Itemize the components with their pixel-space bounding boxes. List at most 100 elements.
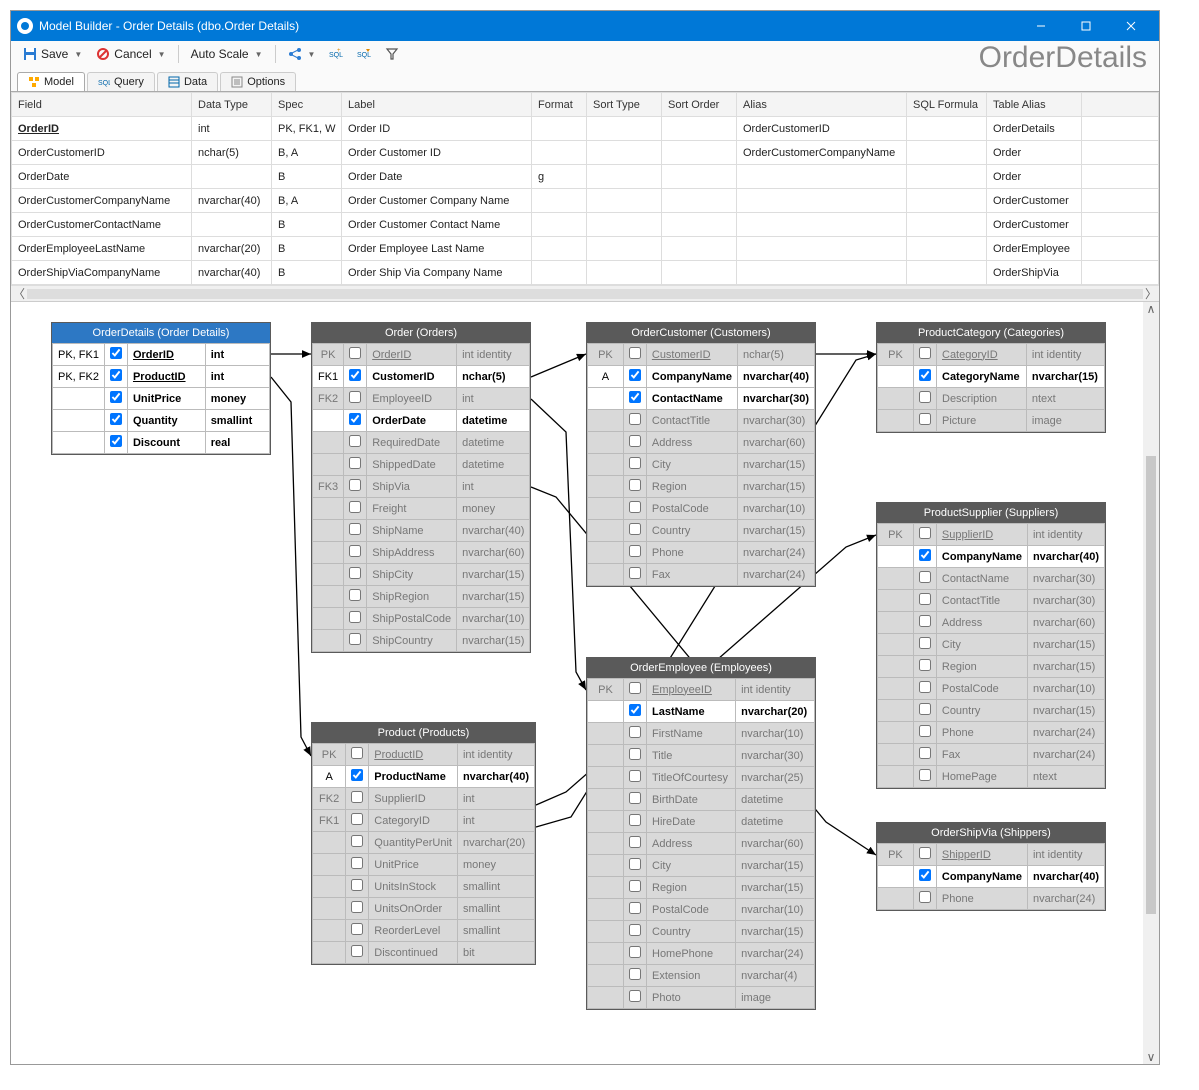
entity-checkbox-cell[interactable] [344, 498, 367, 520]
entity-checkbox-cell[interactable] [623, 432, 646, 454]
checkbox[interactable] [110, 413, 122, 425]
entity-checkbox-cell[interactable] [346, 766, 369, 788]
grid-cell-label[interactable]: Order Date [342, 165, 532, 189]
entity-row[interactable]: PostalCodenvarchar(10) [588, 498, 815, 520]
grid-cell-format[interactable] [532, 117, 587, 141]
entity-field-name[interactable]: CompanyName [936, 866, 1027, 888]
entity-title[interactable]: ProductSupplier (Suppliers) [877, 503, 1105, 523]
entity-checkbox-cell[interactable] [346, 920, 369, 942]
checkbox[interactable] [629, 435, 641, 447]
entity-checkbox-cell[interactable] [623, 388, 646, 410]
entity-row[interactable]: Countrynvarchar(15) [588, 921, 815, 943]
grid-cell-sortorder[interactable] [662, 261, 737, 285]
entity-checkbox-cell[interactable] [346, 832, 369, 854]
entity-row[interactable]: RequiredDatedatetime [313, 432, 530, 454]
entity-row[interactable]: ContactNamenvarchar(30) [878, 568, 1105, 590]
entity-row[interactable]: Phonenvarchar(24) [878, 888, 1105, 910]
checkbox[interactable] [629, 479, 641, 491]
entity-checkbox-cell[interactable] [624, 921, 647, 943]
entity-row[interactable]: UnitsInStocksmallint [313, 876, 535, 898]
checkbox[interactable] [351, 813, 363, 825]
grid-cell-label[interactable]: Order ID [342, 117, 532, 141]
entity-field-name[interactable]: QuantityPerUnit [369, 832, 458, 854]
entity-checkbox-cell[interactable] [624, 855, 647, 877]
grid-cell-label[interactable]: Order Customer Contact Name [342, 213, 532, 237]
grid-cell-label[interactable]: Order Customer Company Name [342, 189, 532, 213]
grid-cell-dtype[interactable]: nvarchar(40) [192, 189, 272, 213]
entity-checkbox-cell[interactable] [624, 833, 647, 855]
grid-cell-format[interactable] [532, 261, 587, 285]
grid-cell-spec[interactable]: B [272, 237, 342, 261]
horizontal-scrollbar[interactable]: 〈 〉 [11, 285, 1159, 301]
entity-field-name[interactable]: ShipVia [367, 476, 457, 498]
entity-row[interactable]: FK1CategoryIDint [313, 810, 535, 832]
entity-title[interactable]: OrderShipVia (Shippers) [877, 823, 1105, 843]
entity-field-name[interactable]: Phone [646, 542, 737, 564]
entity-field-name[interactable]: Country [936, 700, 1027, 722]
tab-options[interactable]: Options [220, 72, 296, 91]
entity-row[interactable]: Addressnvarchar(60) [588, 833, 815, 855]
entity-checkbox-cell[interactable] [344, 432, 367, 454]
entity-row[interactable]: ContactTitlenvarchar(30) [588, 410, 815, 432]
entity-field-name[interactable]: SupplierID [936, 524, 1027, 546]
entity-checkbox-cell[interactable] [913, 524, 936, 546]
tab-data[interactable]: Data [157, 72, 218, 91]
checkbox[interactable] [919, 681, 931, 693]
grid-cell-alias[interactable] [737, 165, 907, 189]
grid-cell-alias[interactable] [737, 237, 907, 261]
share-button[interactable]: ▼ [282, 45, 322, 63]
checkbox[interactable] [919, 869, 931, 881]
grid-cell-tablealias[interactable]: OrderEmployee [987, 237, 1082, 261]
entity-field-name[interactable]: UnitsInStock [369, 876, 458, 898]
entity-field-name[interactable]: EmployeeID [367, 388, 457, 410]
scroll-down-icon[interactable]: ∨ [1147, 1050, 1156, 1064]
entity-row[interactable]: FK2SupplierIDint [313, 788, 535, 810]
entity-row[interactable]: ShipPostalCodenvarchar(10) [313, 608, 530, 630]
entity-field-name[interactable]: ShipName [367, 520, 457, 542]
grid-cell-dtype[interactable]: nvarchar(40) [192, 261, 272, 285]
entity-checkbox-cell[interactable] [624, 877, 647, 899]
entity-title[interactable]: Product (Products) [312, 723, 535, 743]
entity-checkbox-cell[interactable] [344, 586, 367, 608]
entity-row[interactable]: Citynvarchar(15) [878, 634, 1105, 656]
grid-cell-alias[interactable]: OrderCustomerID [737, 117, 907, 141]
entity-checkbox-cell[interactable] [623, 344, 646, 366]
checkbox[interactable] [629, 770, 641, 782]
entity-field-name[interactable]: UnitPrice [127, 388, 205, 410]
autoscale-button[interactable]: Auto Scale ▼ [185, 45, 269, 63]
entity-checkbox-cell[interactable] [104, 344, 127, 366]
grid-header[interactable]: SQL Formula [907, 93, 987, 117]
entity-field-name[interactable]: ShipCity [367, 564, 457, 586]
checkbox[interactable] [351, 791, 363, 803]
entity-checkbox-cell[interactable] [623, 564, 646, 586]
checkbox[interactable] [351, 923, 363, 935]
entity-field-name[interactable]: OrderID [367, 344, 457, 366]
grid-row[interactable]: OrderCustomerContactNameBOrder Customer … [12, 213, 1159, 237]
entity-row[interactable]: BirthDatedatetime [588, 789, 815, 811]
entity-row[interactable]: Freightmoney [313, 498, 530, 520]
grid-cell-tablealias[interactable]: OrderDetails [987, 117, 1082, 141]
entity-checkbox-cell[interactable] [344, 454, 367, 476]
grid-cell-tablealias[interactable]: Order [987, 141, 1082, 165]
checkbox[interactable] [919, 847, 931, 859]
checkbox[interactable] [349, 391, 361, 403]
grid-row[interactable]: OrderCustomerIDnchar(5)B, AOrder Custome… [12, 141, 1159, 165]
entity-field-name[interactable]: CustomerID [367, 366, 457, 388]
grid-cell-sorttype[interactable] [587, 165, 662, 189]
entity-row[interactable]: FirstNamenvarchar(10) [588, 723, 815, 745]
entity-checkbox-cell[interactable] [346, 744, 369, 766]
entity-field-name[interactable]: Freight [367, 498, 457, 520]
entity-row[interactable]: PKSupplierIDint identity [878, 524, 1105, 546]
entity-row[interactable]: Citynvarchar(15) [588, 454, 815, 476]
entity-field-name[interactable]: CustomerID [646, 344, 737, 366]
grid-cell-sqlformula[interactable] [907, 189, 987, 213]
entity-checkbox-cell[interactable] [913, 546, 936, 568]
entity-row[interactable]: Pictureimage [878, 410, 1105, 432]
entity-checkbox-cell[interactable] [346, 942, 369, 964]
grid-cell-format[interactable] [532, 213, 587, 237]
entity-row[interactable]: PostalCodenvarchar(10) [878, 678, 1105, 700]
checkbox[interactable] [349, 435, 361, 447]
entity-row[interactable]: Citynvarchar(15) [588, 855, 815, 877]
filter-button[interactable] [379, 45, 405, 63]
checkbox[interactable] [629, 792, 641, 804]
